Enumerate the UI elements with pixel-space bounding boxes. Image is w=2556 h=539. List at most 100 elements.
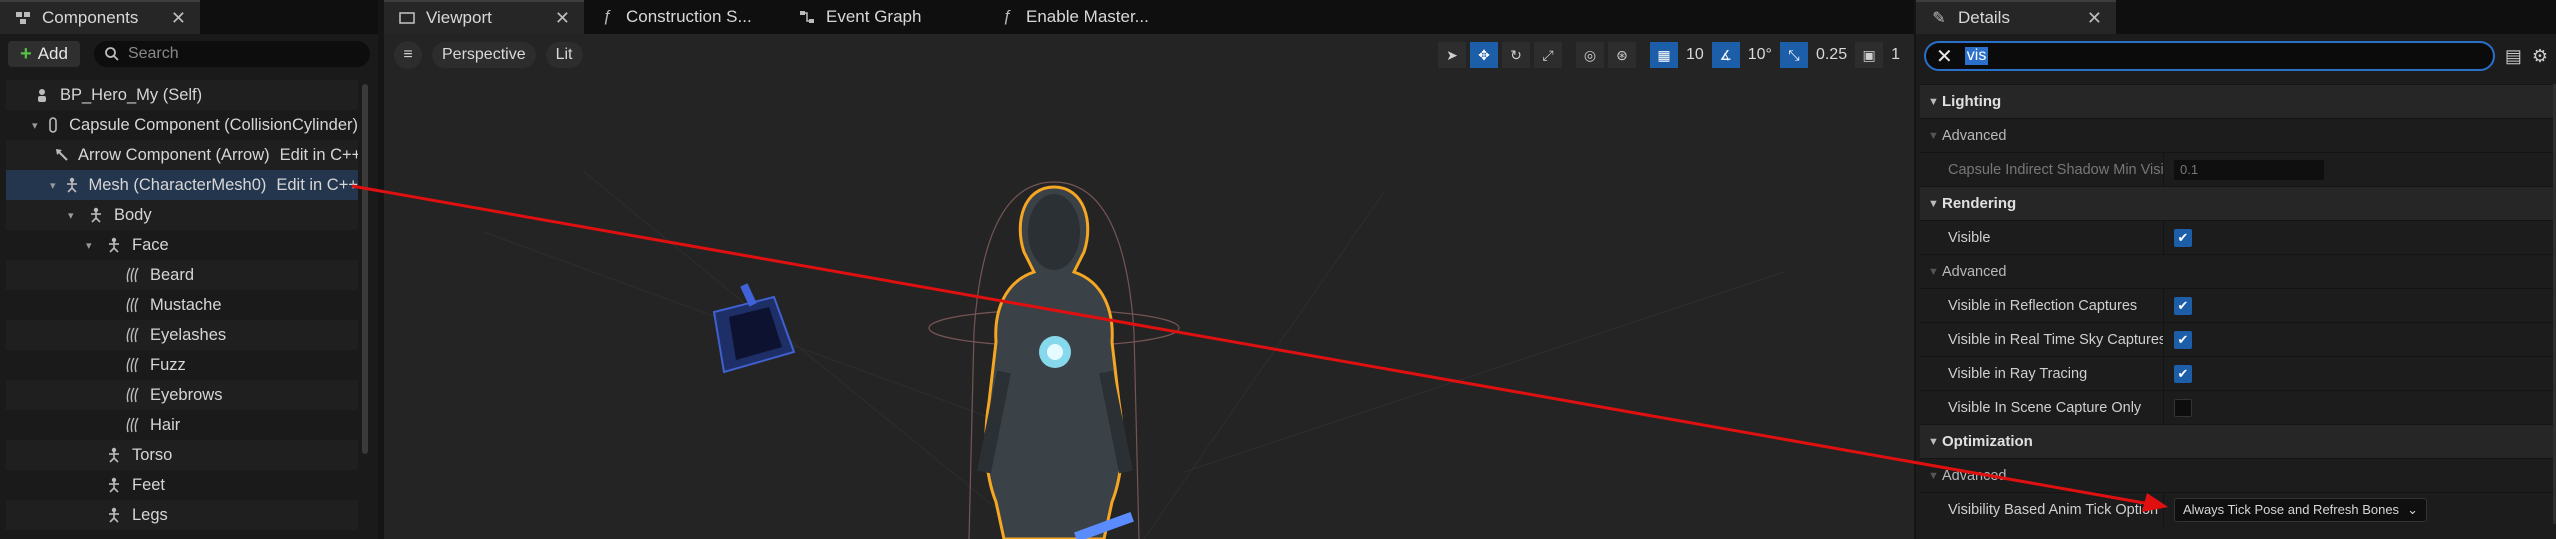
checkbox[interactable]: ✔ <box>2174 364 2192 383</box>
expand-arrow-icon[interactable]: ▾ <box>50 179 60 192</box>
tree-item[interactable]: Eyelashes <box>6 320 358 350</box>
collapse-arrow-icon[interactable]: ▼ <box>1920 436 1942 448</box>
tree-item-label: Eyelashes <box>150 325 227 344</box>
components-search-input[interactable]: Search <box>93 41 370 67</box>
tree-item[interactable]: ▾ Capsule Component (CollisionCylinder) <box>6 110 358 140</box>
tree-item[interactable]: Legs <box>6 500 358 530</box>
collapse-arrow-icon[interactable]: ▼ <box>1920 470 1942 482</box>
viewport-toolbar: ≡ Perspective Lit ➤ ✥ ↻ ⤢ ◎ ⊛ ▦ 10 ∡ 10°… <box>384 38 1914 72</box>
tree-item[interactable]: Hair <box>6 410 358 440</box>
skeleton-icon <box>64 175 80 195</box>
tab-enable-master[interactable]: ƒ Enable Master... <box>984 0 1184 34</box>
advanced-subcategory[interactable]: ▼ Advanced <box>1920 118 2554 152</box>
camera-speed-value[interactable]: 1 <box>1887 46 1904 64</box>
collapse-arrow-icon[interactable]: ▼ <box>1920 130 1942 142</box>
tree-item[interactable]: BP_Hero_My (Self) <box>6 80 358 110</box>
tree-item-label: Arrow Component (Arrow) <box>78 145 270 164</box>
tree-item[interactable]: ▾ Body <box>6 200 358 230</box>
property-value: ✔ <box>2164 357 2554 390</box>
collapse-arrow-icon[interactable]: ▼ <box>1920 198 1942 210</box>
details-property-list: ▼ Lighting ▼ Advanced Capsule Indirect Shado… <box>1920 84 2554 526</box>
collapse-arrow-icon[interactable]: ▼ <box>1920 266 1942 278</box>
scale-snap-icon[interactable]: ⤡ <box>1779 42 1808 68</box>
camera-speed-icon[interactable]: ▣ <box>1855 42 1884 68</box>
checkbox[interactable] <box>2174 398 2192 417</box>
tab-construction-script[interactable]: ƒ Construction S... <box>584 0 784 34</box>
collapse-arrow-icon[interactable]: ▼ <box>1920 96 1942 108</box>
category-lighting[interactable]: ▼ Lighting <box>1920 84 2554 118</box>
close-icon[interactable]: ✕ <box>555 8 570 29</box>
scale-snap-value[interactable]: 0.25 <box>1812 46 1851 64</box>
anim-tick-dropdown[interactable]: Always Tick Pose and Refresh Bones ⌄ <box>2174 497 2427 522</box>
tab-event-graph[interactable]: Event Graph <box>784 0 984 34</box>
property-value: ✔ <box>2164 289 2554 322</box>
edit-in-cpp-link[interactable]: Edit in C++ <box>280 146 358 165</box>
perspective-button[interactable]: Perspective <box>432 42 536 68</box>
close-icon[interactable]: ✕ <box>2087 8 2102 29</box>
tab-components-label: Components <box>42 8 139 27</box>
tree-item[interactable]: Eyebrows <box>6 380 358 410</box>
tab-event-graph-label: Event Graph <box>826 7 922 26</box>
components-scrollbar[interactable] <box>362 84 368 454</box>
settings-gear-icon[interactable]: ⚙ <box>2532 46 2548 67</box>
property-name: Capsule Indirect Shadow Min Visibility <box>1920 153 2164 186</box>
category-optimization[interactable]: ▼ Optimization <box>1920 424 2554 458</box>
rotation-snap-value[interactable]: 10° <box>1744 46 1776 64</box>
category-rendering[interactable]: ▼ Rendering <box>1920 186 2554 220</box>
skeleton-icon <box>86 205 106 225</box>
scale-icon[interactable]: ⤢ <box>1533 42 1562 68</box>
lit-button[interactable]: Lit <box>545 42 583 68</box>
checkbox[interactable]: ✔ <box>2174 296 2192 315</box>
tab-viewport[interactable]: Viewport ✕ <box>384 0 584 34</box>
checkbox[interactable]: ✔ <box>2174 330 2192 349</box>
property-value: ✔ <box>2164 221 2554 254</box>
checkbox[interactable]: ✔ <box>2174 228 2192 247</box>
tree-item[interactable]: Torso <box>6 440 358 470</box>
grid-snap-icon[interactable]: ▦ <box>1649 42 1678 68</box>
details-tabbar: ✎ Details ✕ <box>1916 0 2556 34</box>
world-local-icon[interactable]: ◎ <box>1575 42 1604 68</box>
table-view-icon[interactable]: ▤ <box>2505 46 2522 67</box>
tab-components[interactable]: Components ✕ <box>0 0 200 34</box>
expand-arrow-icon[interactable]: ▾ <box>32 119 41 132</box>
details-panel: ✎ Details ✕ ✕ vis ▤ ⚙ ▼ Lighting ▼ Advanced… <box>1916 0 2556 539</box>
select-cursor-icon[interactable]: ➤ <box>1437 42 1466 68</box>
surface-snap-icon[interactable]: ⊛ <box>1607 42 1636 68</box>
components-panel: Components ✕ + Add Search BP_Hero_My (Se… <box>0 0 378 539</box>
tree-item[interactable]: Fuzz <box>6 350 358 380</box>
tree-item[interactable]: Mustache <box>6 290 358 320</box>
pencil-icon: ✎ <box>1932 10 1946 27</box>
rotate-icon[interactable]: ↻ <box>1501 42 1530 68</box>
groom-icon <box>122 385 142 405</box>
tree-item[interactable]: Feet <box>6 470 358 500</box>
advanced-subcategory[interactable]: ▼ Advanced <box>1920 458 2554 492</box>
tree-item[interactable]: Beard <box>6 260 358 290</box>
hamburger-menu-icon[interactable]: ≡ <box>394 41 422 69</box>
expand-arrow-icon[interactable]: ▾ <box>86 239 100 252</box>
category-label: Rendering <box>1942 195 2017 212</box>
dropdown-value: Always Tick Pose and Refresh Bones <box>2183 502 2400 517</box>
property-name: Visible in Real Time Sky Captures <box>1920 323 2164 356</box>
viewport-scene[interactable] <box>384 72 1914 539</box>
clear-search-icon[interactable]: ✕ <box>1936 44 1953 69</box>
plus-icon: + <box>20 42 32 65</box>
arrow-component-gizmo[interactable] <box>712 283 796 374</box>
category-label: Lighting <box>1942 93 2002 110</box>
close-icon[interactable]: ✕ <box>171 8 186 29</box>
skeleton-icon <box>104 235 124 255</box>
translate-icon[interactable]: ✥ <box>1469 42 1498 68</box>
tree-item[interactable]: Arrow Component (Arrow) Edit in C++ <box>6 140 358 170</box>
add-component-button[interactable]: + Add <box>8 41 80 67</box>
expand-arrow-icon[interactable]: ▾ <box>68 209 82 222</box>
character-mesh[interactable] <box>977 185 1134 539</box>
edit-in-cpp-link[interactable]: Edit in C++ <box>276 176 358 195</box>
tree-item[interactable]: ▾ Face <box>6 230 358 260</box>
skeleton-icon <box>104 505 124 525</box>
rotation-snap-icon[interactable]: ∡ <box>1711 42 1740 68</box>
advanced-subcategory[interactable]: ▼ Advanced <box>1920 254 2554 288</box>
number-field[interactable]: 0.1 <box>2174 159 2324 180</box>
grid-snap-value[interactable]: 10 <box>1682 46 1708 64</box>
tab-details[interactable]: ✎ Details ✕ <box>1916 0 2116 34</box>
details-search-input[interactable]: ✕ vis <box>1924 41 2495 71</box>
tree-item[interactable]: ▾ Mesh (CharacterMesh0) Edit in C++ <box>6 170 358 200</box>
